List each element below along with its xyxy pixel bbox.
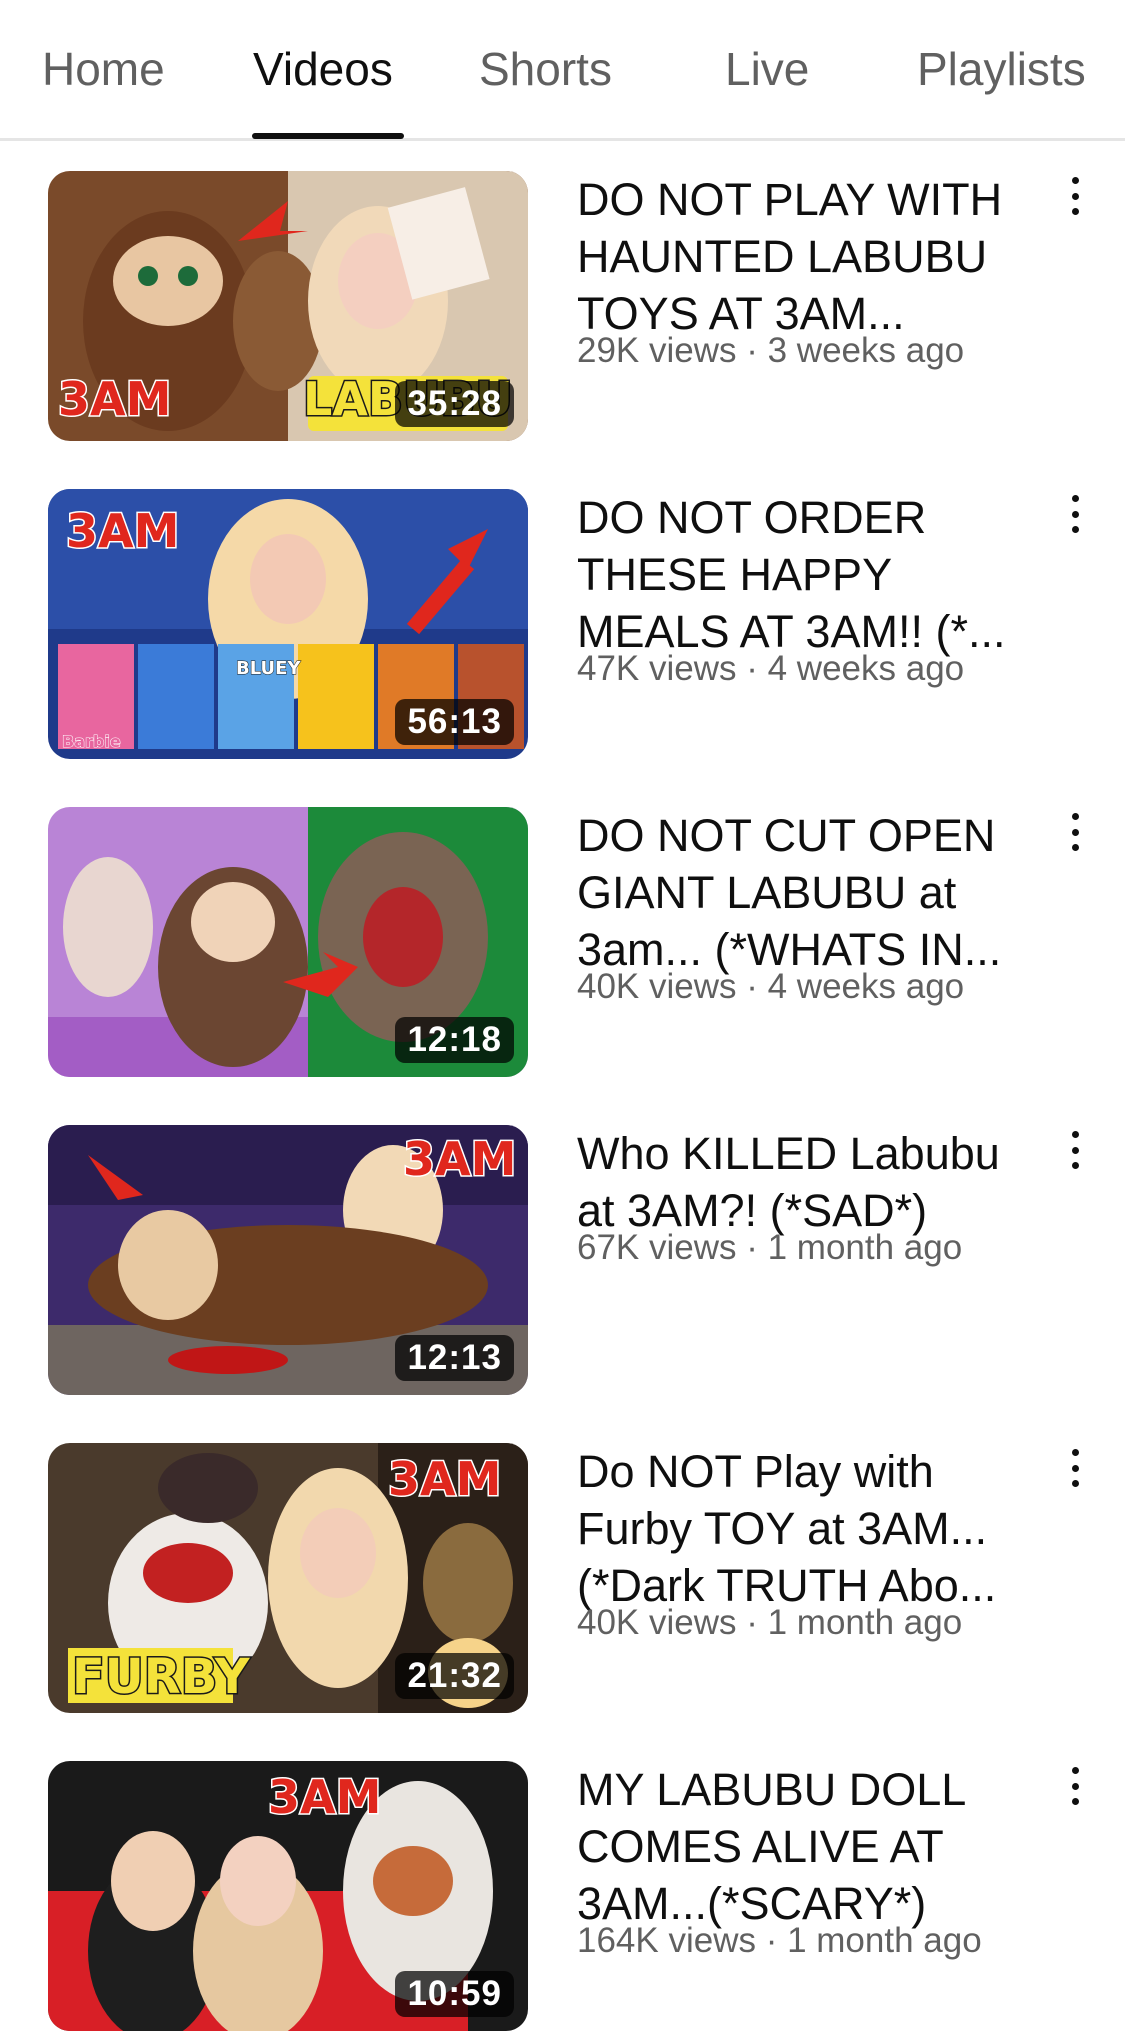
more-vertical-icon[interactable] [1060,1125,1090,1175]
more-vertical-icon[interactable] [1060,489,1090,539]
video-title[interactable]: DO NOT PLAY WITH HAUNTED LABUBU TOYS AT … [577,171,1047,342]
video-item[interactable]: 12:18 DO NOT CUT OPEN GIANT LABUBU at 3a… [0,807,1125,1077]
video-thumbnail[interactable]: 3AM 12:13 [48,1125,528,1395]
video-duration: 56:13 [395,699,514,745]
thumbnail-caption: 3AM [58,372,171,426]
thumbnail-caption: 3AM [403,1132,516,1186]
active-tab-indicator [252,133,404,139]
video-meta: 164K views · 1 month ago [577,1921,982,1960]
more-vertical-icon[interactable] [1060,171,1090,221]
tab-videos[interactable]: Videos [253,42,393,96]
thumbnail-caption: 3AM [268,1770,381,1824]
more-vertical-icon[interactable] [1060,807,1090,857]
tab-shorts[interactable]: Shorts [479,42,612,96]
more-vertical-icon[interactable] [1060,1761,1090,1811]
video-item[interactable]: 3AM 12:13 Who KILLED Labubu at 3AM?! (*S… [0,1125,1125,1395]
video-duration: 10:59 [395,1971,514,2017]
video-item[interactable]: 3AM FURBY 21:32 Do NOT Play with Furby TO… [0,1443,1125,1713]
video-meta: 47K views · 4 weeks ago [577,649,965,688]
video-duration: 12:18 [395,1017,514,1063]
thumbnail-caption: 3AM [388,1452,501,1506]
video-title[interactable]: Do NOT Play with Furby TOY at 3AM... (*D… [577,1443,1047,1614]
video-duration: 12:13 [395,1335,514,1381]
tab-live[interactable]: Live [725,42,809,96]
thumbnail-caption: 3AM [66,504,179,558]
video-thumbnail[interactable]: 3AM BLUEY Barbie 56:13 [48,489,528,759]
video-thumbnail[interactable]: 3AM 10:59 [48,1761,528,2031]
video-item[interactable]: 3AM 10:59 MY LABUBU DOLL COMES ALIVE AT … [0,1761,1125,2031]
video-thumbnail[interactable]: 3AM FURBY 21:32 [48,1443,528,1713]
video-title[interactable]: DO NOT ORDER THESE HAPPY MEALS AT 3AM!! … [577,489,1047,660]
video-duration: 35:28 [395,381,514,427]
video-title[interactable]: Who KILLED Labubu at 3AM?! (*SAD*) [577,1125,1047,1239]
video-title[interactable]: MY LABUBU DOLL COMES ALIVE AT 3AM...(*SC… [577,1761,1047,1932]
thumbnail-caption: Barbie [62,732,121,751]
video-item[interactable]: 3AMLABUBU 35:28 DO NOT PLAY WITH HAUNTED… [0,171,1125,441]
thumbnail-caption: BLUEY [236,658,301,679]
thumbnail-caption: FURBY [72,1649,251,1705]
more-vertical-icon[interactable] [1060,1443,1090,1493]
video-meta: 67K views · 1 month ago [577,1228,963,1267]
video-title[interactable]: DO NOT CUT OPEN GIANT LABUBU at 3am... (… [577,807,1047,978]
video-meta: 40K views · 1 month ago [577,1603,963,1642]
tab-playlists[interactable]: Playlists [917,42,1086,96]
video-thumbnail[interactable]: 12:18 [48,807,528,1077]
video-thumbnail[interactable]: 3AMLABUBU 35:28 [48,171,528,441]
channel-tab-bar: Home Videos Shorts Live Playlists [0,0,1125,141]
video-item[interactable]: 3AM BLUEY Barbie 56:13 DO NOT ORDER THESE … [0,489,1125,759]
tab-home[interactable]: Home [42,42,165,96]
video-meta: 40K views · 4 weeks ago [577,967,965,1006]
video-meta: 29K views · 3 weeks ago [577,331,965,370]
video-duration: 21:32 [395,1653,514,1699]
